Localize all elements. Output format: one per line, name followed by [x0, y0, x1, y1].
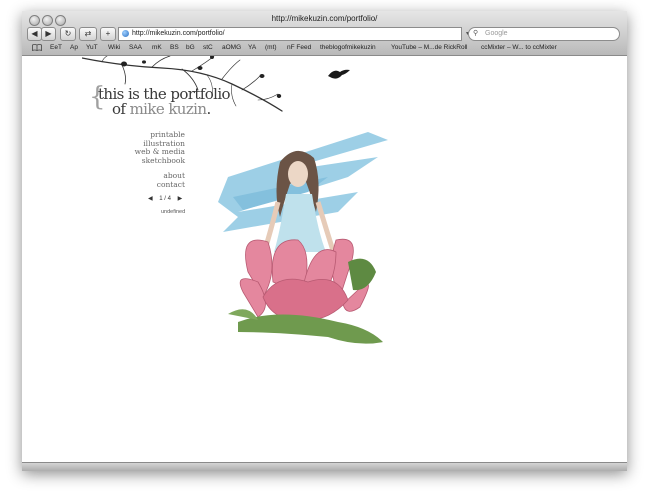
search-field[interactable]: ⚲ Google: [468, 27, 620, 41]
illustration-artwork[interactable]: [218, 122, 388, 352]
secondary-nav: about contact: [157, 171, 185, 190]
bookmark-item[interactable]: nF Feed: [287, 44, 311, 51]
reload-icon: ↻: [64, 29, 72, 38]
logo-of: of: [112, 100, 126, 118]
snapback-icon: ⇄: [84, 29, 92, 38]
bookmark-item[interactable]: theblogofmikekuzin: [320, 44, 376, 51]
bookmark-item[interactable]: stC: [203, 44, 213, 51]
image-pager: ◀ 1 / 4 ▶: [148, 195, 182, 202]
triangle-right-icon[interactable]: ▶: [178, 195, 183, 202]
back-arrow-icon: ◀: [31, 29, 38, 38]
status-bar: [22, 462, 627, 471]
forward-arrow-icon: ▶: [45, 29, 52, 38]
address-bar[interactable]: http://mikekuzin.com/portfolio/ ▾: [118, 27, 469, 41]
primary-nav: printable illustration web & media sketc…: [135, 130, 185, 166]
browser-window: http://mikekuzin.com/portfolio/ ◀ ▶ ↻ ⇄ …: [22, 11, 627, 471]
bookmark-item[interactable]: BS: [170, 44, 179, 51]
bookmark-item[interactable]: mK: [152, 44, 162, 51]
bookmark-item[interactable]: YouTube – M...de RickRoll: [391, 44, 467, 51]
logo-dot: .: [206, 100, 211, 118]
back-button[interactable]: ◀: [27, 27, 42, 41]
bookmarks-bar: EeT Ap YuT Wiki SAA mK BS bG stC aOMG YA…: [22, 41, 627, 55]
add-bookmark-button[interactable]: +: [100, 27, 116, 41]
bookmark-item[interactable]: Ap: [70, 44, 78, 51]
status-text: undefined: [161, 209, 186, 215]
title-bar: http://mikekuzin.com/portfolio/ ◀ ▶ ↻ ⇄ …: [22, 11, 627, 56]
snapback-button[interactable]: ⇄: [79, 27, 97, 41]
triangle-left-icon[interactable]: ◀: [148, 195, 153, 202]
bookmark-item[interactable]: SAA: [129, 44, 142, 51]
bookmark-item[interactable]: (mt): [265, 44, 277, 51]
bookmark-item[interactable]: aOMG: [222, 44, 241, 51]
search-placeholder[interactable]: Google: [485, 28, 508, 40]
window-title: http://mikekuzin.com/portfolio/: [271, 14, 378, 23]
bookmark-item[interactable]: YuT: [86, 44, 98, 51]
plus-icon: +: [105, 29, 111, 38]
bookmark-item[interactable]: EeT: [50, 44, 62, 51]
nav-item-contact[interactable]: contact: [157, 180, 185, 190]
site-logo-line2[interactable]: of mike kuzin.: [112, 100, 211, 118]
flying-bird-icon: [328, 69, 350, 79]
logo-name: mike kuzin: [129, 100, 207, 118]
search-icon: ⚲: [473, 30, 479, 37]
url-text[interactable]: http://mikekuzin.com/portfolio/: [132, 28, 225, 40]
bookmark-item[interactable]: Wiki: [108, 44, 120, 51]
nav-item-sketchbook[interactable]: sketchbook: [135, 156, 185, 166]
site-icon: [122, 30, 129, 37]
reload-button[interactable]: ↻: [60, 27, 76, 41]
bookmark-item[interactable]: ccMixter – W... to ccMixter: [481, 44, 557, 51]
pager-label: 1 / 4: [159, 196, 171, 202]
bookmark-item[interactable]: bG: [186, 44, 195, 51]
bookmark-item[interactable]: YA: [248, 44, 256, 51]
open-book-icon[interactable]: [32, 44, 42, 51]
page-content: { this is the portfolio of mike kuzin. p…: [22, 56, 627, 462]
forward-button[interactable]: ▶: [41, 27, 56, 41]
